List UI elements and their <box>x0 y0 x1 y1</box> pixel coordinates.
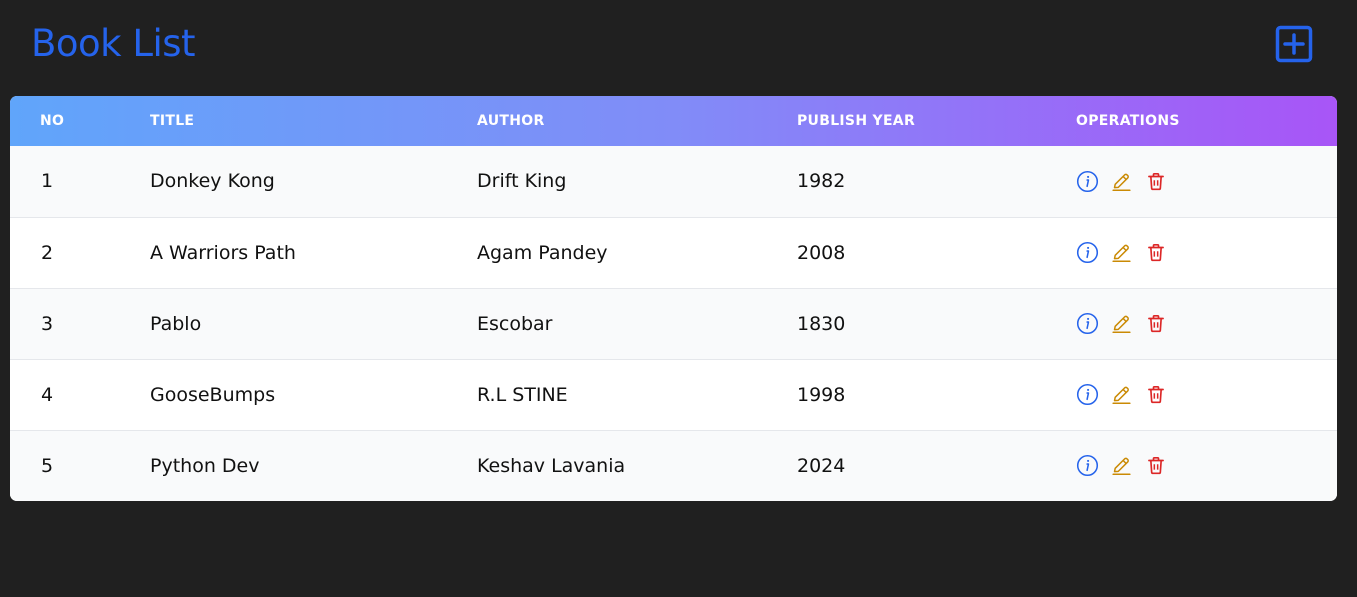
info-circle-icon <box>1076 312 1099 335</box>
cell-title: A Warriors Path <box>150 241 296 264</box>
table-row: 3 Pablo Escobar 1830 <box>10 288 1337 359</box>
cell-title: Donkey Kong <box>150 170 275 193</box>
pencil-icon <box>1111 455 1132 476</box>
cell-author: Keshav Lavania <box>477 454 626 477</box>
pencil-icon <box>1111 171 1132 192</box>
edit-button[interactable] <box>1110 241 1133 264</box>
pencil-icon <box>1111 242 1132 263</box>
delete-button[interactable] <box>1144 170 1167 193</box>
column-header-publish-year: PUBLISH YEAR <box>797 113 916 129</box>
column-header-operations: OPERATIONS <box>1076 113 1180 129</box>
trash-icon <box>1146 384 1166 405</box>
info-circle-icon <box>1076 170 1099 193</box>
table-row: 4 GooseBumps R.L STINE 1998 <box>10 359 1337 430</box>
add-book-button[interactable] <box>1275 25 1313 63</box>
cell-author: Escobar <box>477 312 553 335</box>
cell-no: 4 <box>41 383 54 406</box>
cell-title: GooseBumps <box>150 383 276 406</box>
operations-group <box>1076 454 1337 477</box>
trash-icon <box>1146 313 1166 334</box>
cell-no: 3 <box>41 312 54 335</box>
info-circle-icon <box>1076 241 1099 264</box>
edit-button[interactable] <box>1110 170 1133 193</box>
trash-icon <box>1146 455 1166 476</box>
cell-operations <box>1076 217 1337 288</box>
operations-group <box>1076 383 1337 406</box>
table-header-row: NO TITLE AUTHOR PUBLISH YEAR OPERATIONS <box>10 96 1337 146</box>
cell-title: Pablo <box>150 312 202 335</box>
column-header-no: NO <box>40 113 65 129</box>
operations-group <box>1076 241 1337 264</box>
page-title: Book List <box>31 22 196 65</box>
book-table: NO TITLE AUTHOR PUBLISH YEAR OPERATIONS … <box>10 96 1337 501</box>
delete-button[interactable] <box>1144 383 1167 406</box>
cell-no: 2 <box>41 241 54 264</box>
table-row: 1 Donkey Kong Drift King 1982 <box>10 146 1337 217</box>
pencil-icon <box>1111 384 1132 405</box>
cell-author: R.L STINE <box>477 383 568 406</box>
info-circle-icon <box>1076 454 1099 477</box>
cell-title: Python Dev <box>150 454 260 477</box>
edit-button[interactable] <box>1110 454 1133 477</box>
cell-publish-year: 2008 <box>797 241 846 264</box>
cell-author: Drift King <box>477 170 567 193</box>
table-body: 1 Donkey Kong Drift King 1982 2 A Warriors Pa… <box>10 146 1337 501</box>
edit-button[interactable] <box>1110 383 1133 406</box>
operations-group <box>1076 170 1337 193</box>
delete-button[interactable] <box>1144 454 1167 477</box>
delete-button[interactable] <box>1144 312 1167 335</box>
info-button[interactable] <box>1076 170 1099 193</box>
cell-publish-year: 2024 <box>797 454 846 477</box>
cell-operations <box>1076 288 1337 359</box>
trash-icon <box>1146 171 1166 192</box>
cell-author: Agam Pandey <box>477 241 608 264</box>
cell-publish-year: 1830 <box>797 312 846 335</box>
cell-publish-year: 1998 <box>797 383 846 406</box>
cell-no: 1 <box>41 170 54 193</box>
table-row: 2 A Warriors Path Agam Pandey 2008 <box>10 217 1337 288</box>
info-button[interactable] <box>1076 241 1099 264</box>
cell-operations <box>1076 359 1337 430</box>
trash-icon <box>1146 242 1166 263</box>
info-button[interactable] <box>1076 312 1099 335</box>
cell-operations <box>1076 146 1337 217</box>
column-header-title: TITLE <box>150 113 195 129</box>
cell-operations <box>1076 430 1337 501</box>
plus-square-icon <box>1275 25 1313 63</box>
edit-button[interactable] <box>1110 312 1133 335</box>
page: Book List NO TITLE AUTHOR PUBLISH YEAR O… <box>0 0 1357 597</box>
cell-publish-year: 1982 <box>797 170 846 193</box>
column-header-author: AUTHOR <box>477 113 545 129</box>
cell-no: 5 <box>41 454 54 477</box>
info-button[interactable] <box>1076 383 1099 406</box>
operations-group <box>1076 312 1337 335</box>
info-button[interactable] <box>1076 454 1099 477</box>
info-circle-icon <box>1076 383 1099 406</box>
table-row: 5 Python Dev Keshav Lavania 2024 <box>10 430 1337 501</box>
pencil-icon <box>1111 313 1132 334</box>
delete-button[interactable] <box>1144 241 1167 264</box>
